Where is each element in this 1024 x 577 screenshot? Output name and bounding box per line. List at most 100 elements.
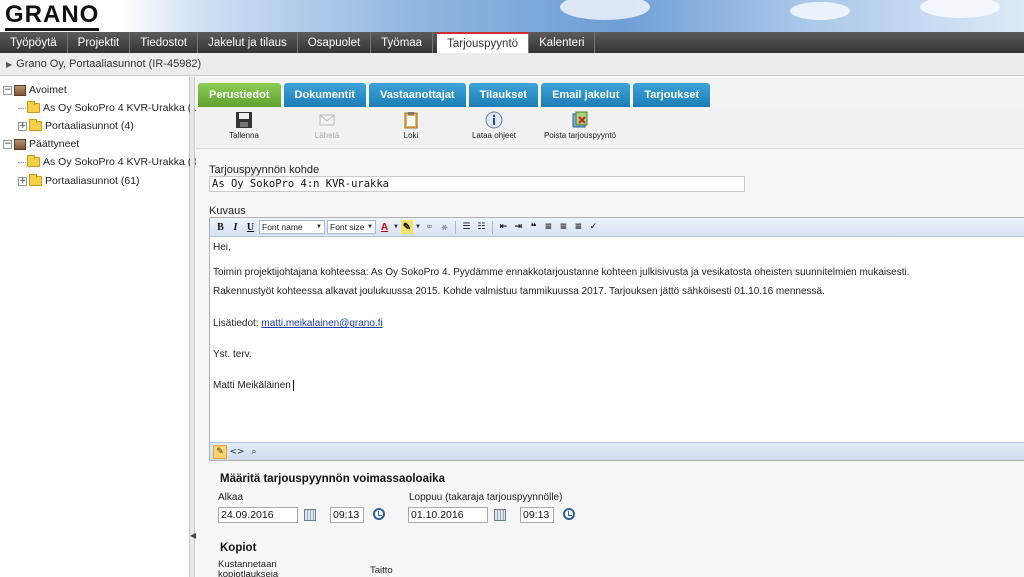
dropdown-arrow-icon[interactable]: ▼ — [415, 224, 421, 230]
align-left-icon[interactable]: ≡ — [542, 220, 555, 234]
editor-content[interactable]: Hei, Toimin projektijohtajana kohteessa:… — [210, 237, 1024, 396]
tab-tarjoukset[interactable]: Tarjoukset — [633, 83, 711, 107]
end-time-input[interactable]: 09:13 — [520, 507, 554, 523]
box-icon — [14, 138, 26, 150]
save-label: Tallenna — [229, 131, 259, 140]
load-instructions-button[interactable]: Lataa ohjeet — [454, 111, 534, 140]
app-header: GRANO — [0, 0, 1024, 32]
link-icon[interactable]: ⚭ — [423, 220, 436, 234]
tree-node-closed[interactable]: − Päättyneet — [3, 136, 79, 152]
outdent-icon[interactable]: ⇤ — [497, 220, 510, 234]
italic-button[interactable]: I — [229, 220, 242, 234]
nav-tab-tyomaa[interactable]: Työmaa — [371, 32, 434, 53]
load-instructions-label: Lataa ohjeet — [471, 131, 517, 140]
folder-icon — [29, 119, 42, 131]
collapse-icon[interactable]: − — [3, 139, 12, 149]
font-name-value: Font name — [262, 222, 303, 232]
font-size-select[interactable]: Font size ▼ — [327, 220, 376, 234]
bullet-list-icon[interactable]: ☷ — [475, 220, 488, 234]
nav-tab-kalenteri[interactable]: Kalenteri — [529, 32, 596, 53]
dropdown-arrow-icon[interactable]: ▼ — [393, 224, 399, 230]
blockquote-icon[interactable]: ❝ — [527, 220, 540, 234]
editor-mode-bar: ✎ <> ⌕ — [210, 442, 1024, 460]
unlink-icon[interactable]: ⚹ — [438, 220, 451, 234]
body-regards: Yst. terv. — [213, 349, 252, 360]
breadcrumb: ▶ Grano Oy, Portaaliasunnot (IR-45982) — [0, 53, 1024, 76]
align-center-icon[interactable]: ≡ — [557, 220, 570, 234]
tree-node-open[interactable]: − Avoimet — [3, 82, 67, 98]
tree-item[interactable]: + Portaaliasunnot (4) — [18, 118, 134, 134]
nav-tab-jakelut-ja-tilaus[interactable]: Jakelut ja tilaus — [198, 32, 298, 53]
section-tabs: Perustiedot Dokumentit Vastaanottajat Ti… — [198, 83, 711, 107]
tree-item-label: Portaaliasunnot (4) — [45, 120, 134, 132]
body-greeting: Hei, — [213, 242, 231, 253]
rich-text-editor: B I U Font name ▼ Font size ▼ A ▼ ✎ ▼ ⚭ ⚹ … — [209, 217, 1024, 461]
text-cursor — [292, 380, 297, 391]
start-date-input[interactable]: 24.09.2016 — [218, 507, 298, 523]
end-date-input[interactable]: 01.10.2016 — [408, 507, 488, 523]
calendar-icon[interactable] — [304, 509, 316, 521]
copies-layout-label: Taitto — [370, 565, 393, 576]
subject-input[interactable]: As Oy SokoPro 4:n KVR-urakka — [209, 176, 745, 192]
main-content: Perustiedot Dokumentit Vastaanottajat Ti… — [196, 77, 1024, 577]
send-button[interactable]: Lähetä — [287, 111, 367, 140]
tab-vastaanottajat[interactable]: Vastaanottajat — [369, 83, 466, 107]
body-paragraph-1: Toimin projektijohtajana kohteessa: As O… — [213, 267, 910, 278]
action-toolbar: Tallenna Lähetä Loki Lataa ohjeet Poista… — [196, 107, 1024, 149]
indent-icon[interactable]: ⇥ — [512, 220, 525, 234]
box-icon — [14, 84, 26, 96]
text-color-icon[interactable]: A — [378, 220, 391, 234]
panel-splitter[interactable]: ◀ — [190, 77, 196, 577]
nav-tab-tiedostot[interactable]: Tiedostot — [130, 32, 199, 53]
bold-button[interactable]: B — [214, 220, 227, 234]
grano-logo[interactable]: GRANO — [5, 3, 100, 31]
log-label: Loki — [403, 131, 419, 140]
tree-connector — [18, 107, 26, 109]
envelope-icon — [319, 114, 335, 126]
send-label: Lähetä — [314, 131, 340, 140]
subject-label: Tarjouspyynnön kohde — [209, 164, 320, 176]
tab-dokumentit[interactable]: Dokumentit — [283, 83, 367, 107]
delete-request-button[interactable]: Poista tarjouspyyntö — [538, 111, 622, 140]
delete-document-icon — [572, 111, 588, 128]
preview-mode-icon[interactable]: ⌕ — [247, 445, 261, 459]
description-label: Kuvaus — [209, 205, 246, 217]
tab-perustiedot[interactable]: Perustiedot — [198, 83, 281, 107]
html-mode-icon[interactable]: <> — [229, 445, 244, 459]
tab-tilaukset[interactable]: Tilaukset — [468, 83, 539, 107]
tab-email-jakelut[interactable]: Email jakelut — [541, 83, 631, 107]
numbered-list-icon[interactable]: ☰ — [460, 220, 473, 234]
delete-request-label: Poista tarjouspyyntö — [543, 131, 617, 140]
folder-icon — [29, 174, 42, 186]
end-label: Loppuu (takaraja tarjouspyynnölle) — [409, 492, 563, 503]
tree-connector — [18, 161, 26, 163]
highlight-icon[interactable]: ✎ — [400, 220, 413, 234]
log-button[interactable]: Loki — [371, 111, 451, 140]
design-mode-icon[interactable]: ✎ — [213, 444, 227, 459]
font-name-select[interactable]: Font name ▼ — [259, 220, 325, 234]
collapse-icon[interactable]: − — [3, 85, 12, 95]
toolbar-separator — [491, 220, 493, 234]
tree-item[interactable]: As Oy SokoPro 4 KVR-Urakka (1) — [18, 100, 201, 116]
spellcheck-icon[interactable]: ✓ — [587, 220, 600, 234]
tree-item[interactable]: + Portaaliasunnot (61) — [18, 173, 140, 189]
clock-icon[interactable] — [563, 508, 575, 520]
calendar-icon[interactable] — [494, 509, 506, 521]
expand-icon[interactable]: + — [18, 176, 27, 186]
nav-tab-osapuolet[interactable]: Osapuolet — [298, 32, 372, 53]
nav-tab-tyopoyta[interactable]: Työpöytä — [0, 32, 68, 53]
align-right-icon[interactable]: ≡ — [572, 220, 585, 234]
tree-item-label: As Oy SokoPro 4 KVR-Urakka (0) — [43, 156, 201, 168]
breadcrumb-project[interactable]: Grano Oy, Portaaliasunnot (IR-45982) — [16, 58, 201, 70]
nav-tab-tarjouspyynto[interactable]: Tarjouspyyntö — [437, 32, 530, 53]
tree-item[interactable]: As Oy SokoPro 4 KVR-Urakka (0) — [18, 154, 201, 170]
tree-item-label: Portaaliasunnot (61) — [45, 175, 140, 187]
expand-icon[interactable]: + — [18, 121, 27, 131]
contact-email-link[interactable]: matti.meikalainen@grano.fi — [261, 318, 382, 329]
underline-button[interactable]: U — [244, 220, 257, 234]
toolbar-separator — [454, 220, 456, 234]
clock-icon[interactable] — [373, 508, 385, 520]
save-button[interactable]: Tallenna — [204, 111, 284, 140]
start-time-input[interactable]: 09:13 — [330, 507, 364, 523]
nav-tab-projektit[interactable]: Projektit — [68, 32, 131, 53]
